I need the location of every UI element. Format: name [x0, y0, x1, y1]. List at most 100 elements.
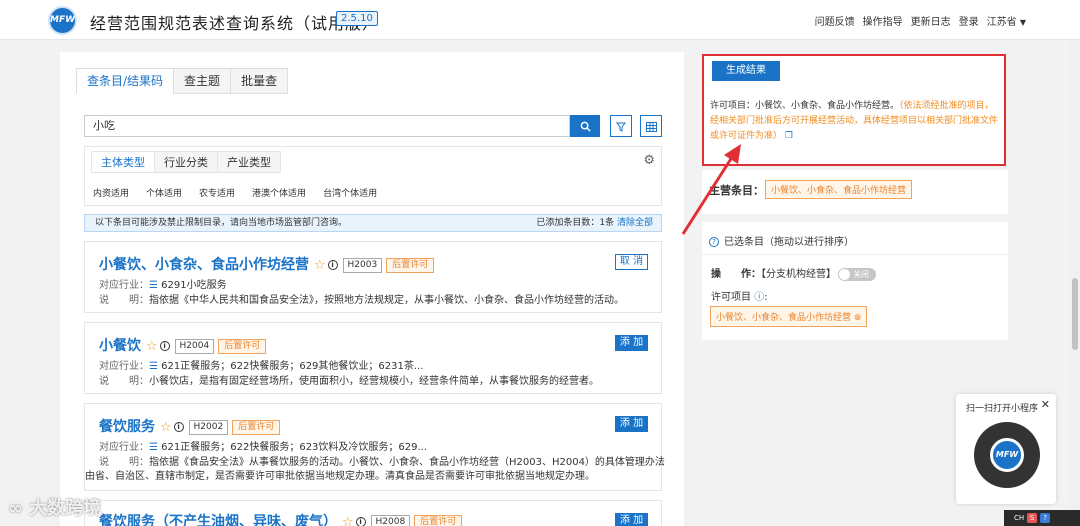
ime-indicator[interactable]: CH — [1014, 514, 1024, 522]
op-value: 【分支机构经营】 — [761, 269, 836, 280]
nav-feedback[interactable]: 问题反馈 — [815, 13, 855, 28]
chip-individual[interactable]: 个体适用 — [146, 186, 182, 199]
op-label: 操 作： — [711, 269, 761, 280]
add-button[interactable]: 添 加 — [615, 513, 648, 526]
result-title-line: 小餐饮、小食杂、食品小作坊经营 ☆ i H2003 后置许可 — [99, 254, 435, 274]
filter-button[interactable] — [610, 115, 632, 137]
search-input[interactable]: 小吃 — [84, 115, 570, 137]
system-tray: CH S ? — [1004, 510, 1080, 526]
branch-toggle[interactable]: 关闭 — [838, 267, 876, 281]
result-title[interactable]: 餐饮服务 — [99, 419, 155, 435]
tab-theme[interactable]: 查主题 — [173, 68, 232, 94]
add-button[interactable]: 添 加 — [615, 335, 648, 351]
permit-tag: 后置许可 — [218, 338, 267, 354]
result-title[interactable]: 餐饮服务（不产生油烟、异味、废气） — [99, 514, 337, 526]
result-panel: 生成结果 许可项目：小餐饮、小食杂、食品小作坊经营。（依法须经批准的项目，经相关… — [702, 54, 1006, 166]
scrollbar-thumb[interactable] — [1072, 278, 1078, 350]
search-button[interactable] — [570, 115, 600, 137]
nav-guide[interactable]: 操作指导 — [863, 13, 903, 28]
chip-hkmo[interactable]: 港澳个体适用 — [252, 186, 306, 199]
tab-batch[interactable]: 批量查 — [230, 68, 289, 94]
scrollbar[interactable] — [1070, 40, 1080, 526]
generate-button[interactable]: 生成结果 — [712, 61, 780, 81]
info-icon[interactable]: i — [173, 422, 184, 432]
license-row: 许可项目 ⓘ: — [711, 292, 768, 303]
star-icon[interactable]: ☆ — [342, 515, 354, 526]
selected-heading: ? 已选条目（拖动以进行排序） — [709, 233, 854, 248]
sogou-icon[interactable]: S — [1027, 513, 1038, 523]
question-icon: ? — [709, 237, 719, 247]
region-select[interactable]: 江苏省 ▼ — [987, 13, 1026, 28]
main-item-label: 主营条目： — [709, 184, 764, 197]
help-tray-icon[interactable]: ? — [1040, 513, 1051, 523]
industry-label: 对应行业： — [99, 280, 149, 291]
star-icon[interactable]: ☆ — [314, 258, 326, 273]
list-icon: ☰ — [149, 442, 162, 453]
qr-code[interactable]: MFW — [974, 422, 1040, 488]
selected-heading-text: 已选条目（拖动以进行排序） — [724, 237, 854, 248]
result-title-line: 餐饮服务（不产生油烟、异味、废气） ☆ i H2008 后置许可 — [99, 511, 463, 526]
search-tabs: 查条目/结果码 查主题 批量查 — [76, 68, 289, 94]
list-icon: ☰ — [149, 280, 162, 291]
selected-panel: ? 已选条目（拖动以进行排序） 操 作：【分支机构经营】 关闭 许可项目 ⓘ: 小餐… — [702, 222, 1008, 340]
license-tag-label: 小餐饮、小食杂、食品小作坊经营 — [716, 313, 852, 323]
industry-row: 对应行业：☰ 621正餐服务；622快餐服务；629其他餐饮业；6231茶... — [99, 357, 423, 372]
lic-label: 许可项目 — [711, 292, 751, 303]
chip-farm-coop[interactable]: 农专适用 — [199, 186, 235, 199]
nav-changelog[interactable]: 更新日志 — [911, 13, 951, 28]
industry-value: 621正餐服务；622快餐服务；623饮料及冷饮服务；629... — [161, 442, 428, 453]
cancel-button[interactable]: 取 消 — [615, 254, 648, 270]
permit-tag: 后置许可 — [386, 257, 435, 273]
watermark: ∞ 大数跨境 — [8, 498, 102, 519]
chip-domestic[interactable]: 内资适用 — [93, 186, 129, 199]
entity-chips: 内资适用 个体适用 农专适用 港澳个体适用 台湾个体适用 — [93, 186, 377, 199]
tab-sector[interactable]: 产业类型 — [217, 151, 281, 173]
nav-login[interactable]: 登录 — [959, 13, 979, 28]
notice-text: 以下条目可能涉及禁止限制目录，请向当地市场监管部门咨询。 — [95, 218, 348, 228]
notice-bar: 以下条目可能涉及禁止限制目录，请向当地市场监管部门咨询。 已添加条目数：1条 清… — [84, 214, 662, 232]
industry-value: 6291小吃服务 — [161, 280, 227, 291]
info-icon[interactable]: i — [327, 260, 338, 270]
result-title[interactable]: 小餐饮 — [99, 338, 141, 354]
top-bar: MFW 经营范围规范表述查询系统（试用版） 2.5.10 问题反馈 操作指导 更… — [0, 0, 1080, 40]
grid-button[interactable] — [640, 115, 662, 137]
industry-value: 621正餐服务；622快餐服务；629其他餐饮业；6231茶... — [161, 361, 424, 372]
add-button[interactable]: 添 加 — [615, 416, 648, 432]
top-nav: 问题反馈 操作指导 更新日志 登录 江苏省 ▼ — [815, 13, 1026, 28]
clear-all-link[interactable]: 清除全部 — [617, 218, 653, 228]
filter-panel: 主体类型 行业分类 产业类型 ⚙ 内资适用 个体适用 农专适用 港澳个体适用 台… — [84, 146, 662, 206]
result-card: 小餐饮 ☆ i H2004 后置许可 对应行业：☰ 621正餐服务；622快餐服务；6… — [84, 322, 662, 394]
permit-tag: 后置许可 — [414, 514, 463, 526]
result-value: 小餐饮、小食杂、食品小作坊经营。 — [755, 101, 900, 111]
help-icon[interactable]: ⓘ — [754, 292, 764, 303]
region-label: 江苏省 — [986, 17, 1017, 28]
chip-taiwan[interactable]: 台湾个体适用 — [323, 186, 377, 199]
copy-icon[interactable]: ❐ — [785, 131, 793, 141]
tab-entity-type[interactable]: 主体类型 — [91, 151, 155, 173]
main-item-tag[interactable]: 小餐饮、小食杂、食品小作坊经营 — [765, 180, 913, 199]
gear-icon[interactable]: ⚙ — [643, 153, 655, 168]
info-icon[interactable]: i — [159, 341, 170, 351]
desc-value: 小餐饮店，是指有固定经营场所，使用面积小，经营规模小，经营条件简单，从事餐饮服务… — [149, 376, 599, 387]
chevron-down-icon: ▼ — [1019, 18, 1026, 27]
close-icon[interactable]: ✕ — [1041, 398, 1050, 411]
version-badge: 2.5.10 — [336, 11, 378, 26]
filter-tabs: 主体类型 行业分类 产业类型 — [91, 151, 281, 173]
star-icon[interactable]: ☆ — [146, 339, 158, 354]
qr-logo: MFW — [990, 438, 1024, 472]
result-title[interactable]: 小餐饮、小食杂、食品小作坊经营 — [99, 257, 309, 273]
result-card: 小餐饮、小食杂、食品小作坊经营 ☆ i H2003 后置许可 对应行业：☰ 6291小… — [84, 241, 662, 313]
info-icon[interactable]: i — [355, 517, 366, 526]
close-icon[interactable]: ⊗ — [854, 313, 862, 323]
star-icon[interactable]: ☆ — [160, 420, 172, 435]
divider — [702, 254, 1008, 255]
qr-title: 扫一扫打开小程序 — [966, 404, 1039, 414]
toggle-knob — [839, 268, 850, 280]
tab-industry[interactable]: 行业分类 — [154, 151, 218, 173]
added-count: 已添加条目数：1条 清除全部 — [536, 215, 653, 231]
main-item-panel: 主营条目： 小餐饮、小食杂、食品小作坊经营 — [702, 170, 1008, 214]
desc-label: 说 明： — [99, 376, 149, 387]
tab-item-code[interactable]: 查条目/结果码 — [76, 68, 175, 94]
license-tag[interactable]: 小餐饮、小食杂、食品小作坊经营 ⊗ — [710, 306, 868, 327]
industry-row: 对应行业：☰ 6291小吃服务 — [99, 276, 227, 291]
